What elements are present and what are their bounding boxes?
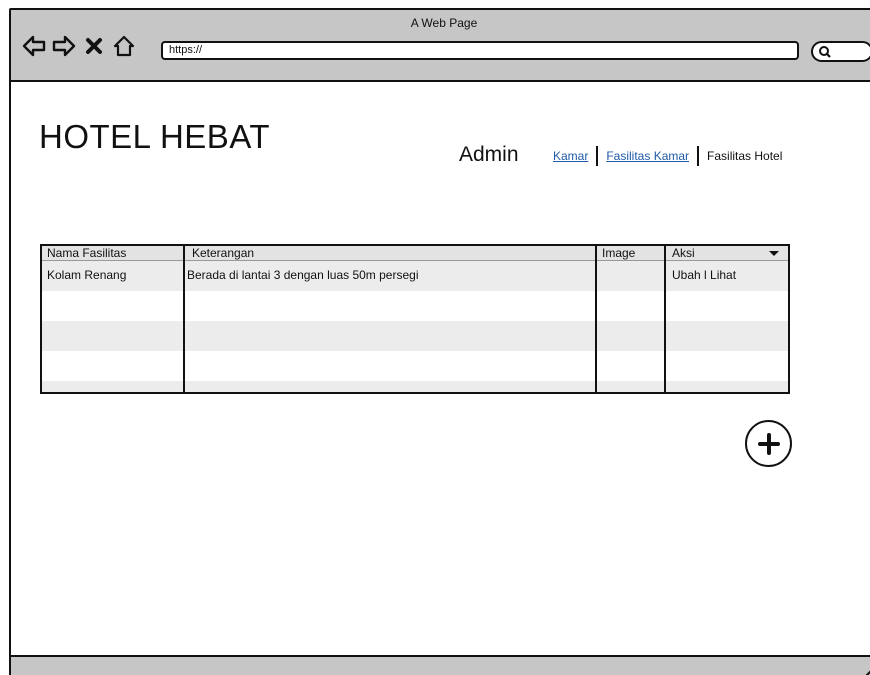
nav-link-kamar[interactable]: Kamar [553,149,588,163]
plus-circle-icon [757,432,780,455]
window-title: A Web Page [410,16,478,30]
column-divider [595,246,597,392]
home-icon[interactable] [111,34,136,59]
browser-nav [21,32,136,60]
role-label: Admin [459,143,519,166]
cell-aksi-links[interactable]: Ubah l Lihat [667,268,736,283]
forward-icon[interactable] [51,34,76,59]
nav-item-fasilitas-hotel: Fasilitas Hotel [707,149,783,163]
url-input[interactable]: https:// [161,41,799,60]
column-divider [664,246,666,392]
back-icon[interactable] [21,34,46,59]
column-header-keterangan: Keterangan [192,246,255,260]
column-header-aksi[interactable]: Aksi [667,246,695,261]
fasilitas-table: Nama Fasilitas Keterangan Image Aksi Kol… [40,244,790,394]
cell-keterangan: Berada di lantai 3 dengan luas 50m perse… [187,268,419,282]
cell-nama: Kolam Renang [47,268,127,282]
chevron-down-icon[interactable] [769,251,779,256]
search-icon [819,46,831,58]
resize-grip-icon[interactable] [863,664,870,675]
column-header-nama: Nama Fasilitas [47,246,127,260]
column-header-image: Image [602,246,636,260]
page-title: HOTEL HEBAT [39,118,271,155]
nav-link-fasilitas-kamar[interactable]: Fasilitas Kamar [606,149,689,163]
browser-chrome: A Web Page https:// [11,10,870,82]
search-button[interactable] [811,41,870,62]
add-fasilitas-button[interactable] [745,420,792,467]
nav-divider [697,146,700,166]
column-divider [183,246,185,392]
close-icon[interactable] [81,34,106,59]
main-nav: Kamar Fasilitas Kamar Fasilitas Hotel [553,145,782,167]
table-row-shade [42,321,788,351]
table-row-shade [42,381,788,392]
nav-divider [596,146,599,166]
status-bar [11,655,870,675]
